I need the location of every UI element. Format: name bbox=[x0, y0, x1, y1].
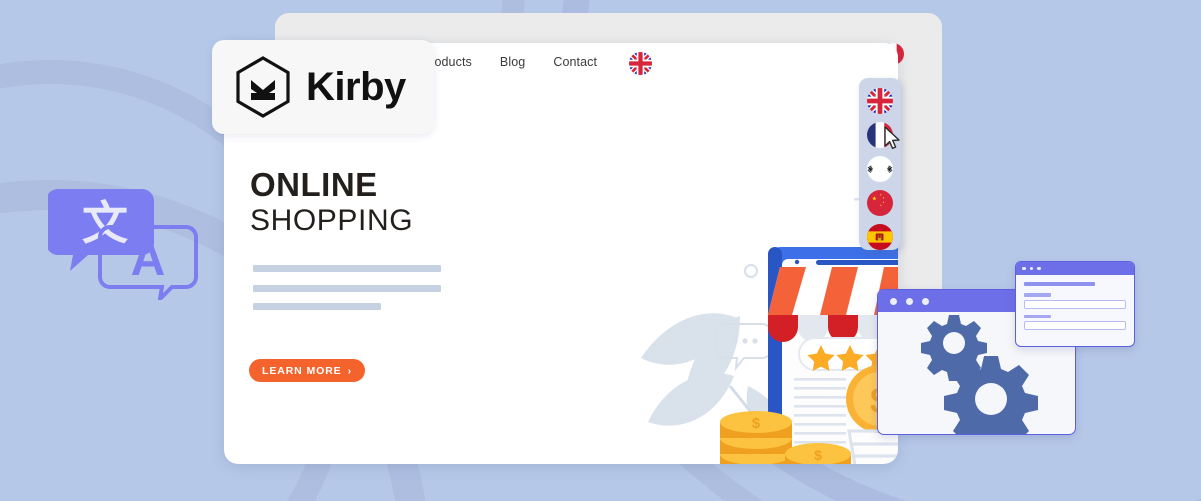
form-body bbox=[1016, 275, 1134, 343]
hero-placeholder-line bbox=[253, 285, 441, 292]
form-heading-placeholder bbox=[1024, 282, 1096, 286]
hero-headline-secondary: SHOPPING bbox=[250, 203, 414, 237]
hero-text: ONLINE SHOPPING bbox=[250, 168, 413, 239]
nav-link-blog-en[interactable]: Blog bbox=[500, 55, 525, 72]
form-text-input[interactable] bbox=[1024, 299, 1126, 309]
mouse-cursor-icon bbox=[884, 126, 900, 150]
single-coin: $ bbox=[785, 443, 851, 464]
brand-name: Kirby bbox=[306, 64, 406, 109]
translate-target-glyph: A bbox=[131, 233, 166, 286]
form-label-placeholder bbox=[1024, 293, 1051, 297]
china-flag-icon[interactable] bbox=[867, 190, 893, 216]
uk-flag-icon[interactable] bbox=[867, 88, 893, 114]
hero-headline-primary: ONLINE bbox=[250, 166, 378, 203]
poster-canvas: Accueil Produits Blog Contact bbox=[0, 0, 1201, 501]
translate-source-glyph: 文 bbox=[82, 197, 128, 249]
coin-stack: $ bbox=[720, 411, 792, 464]
hero-placeholder-line bbox=[253, 265, 441, 272]
window-dot bbox=[1029, 266, 1033, 271]
svg-text:$: $ bbox=[752, 415, 761, 432]
chevron-right-icon: › bbox=[347, 364, 352, 377]
window-dot bbox=[922, 297, 929, 305]
spain-flag-icon[interactable] bbox=[867, 224, 893, 250]
svg-text:$: $ bbox=[814, 447, 822, 463]
form-text-input[interactable] bbox=[1024, 321, 1126, 330]
window-dot bbox=[906, 297, 913, 305]
window-dot bbox=[1022, 266, 1026, 271]
nav-link-contact-en[interactable]: Contact bbox=[553, 55, 597, 72]
language-selector-dropdown[interactable] bbox=[859, 78, 901, 250]
window-titlebar bbox=[1016, 262, 1134, 275]
hexagon-k-icon bbox=[236, 56, 290, 118]
uk-flag-icon[interactable] bbox=[629, 52, 653, 75]
translate-icon: 文 A bbox=[48, 189, 198, 300]
learn-more-button[interactable]: LEARN MORE › bbox=[249, 359, 365, 382]
learn-more-label: LEARN MORE bbox=[262, 364, 342, 377]
form-browser-window[interactable] bbox=[1015, 261, 1135, 347]
online-shopping-illustration: $ $ $ bbox=[641, 198, 898, 464]
form-label-placeholder bbox=[1024, 314, 1051, 318]
window-dot bbox=[890, 297, 897, 305]
hero-placeholder-line bbox=[253, 303, 381, 310]
south-korea-flag-icon[interactable] bbox=[867, 156, 893, 182]
brand-logo-card: Kirby bbox=[212, 40, 434, 134]
window-dot bbox=[1037, 266, 1041, 271]
